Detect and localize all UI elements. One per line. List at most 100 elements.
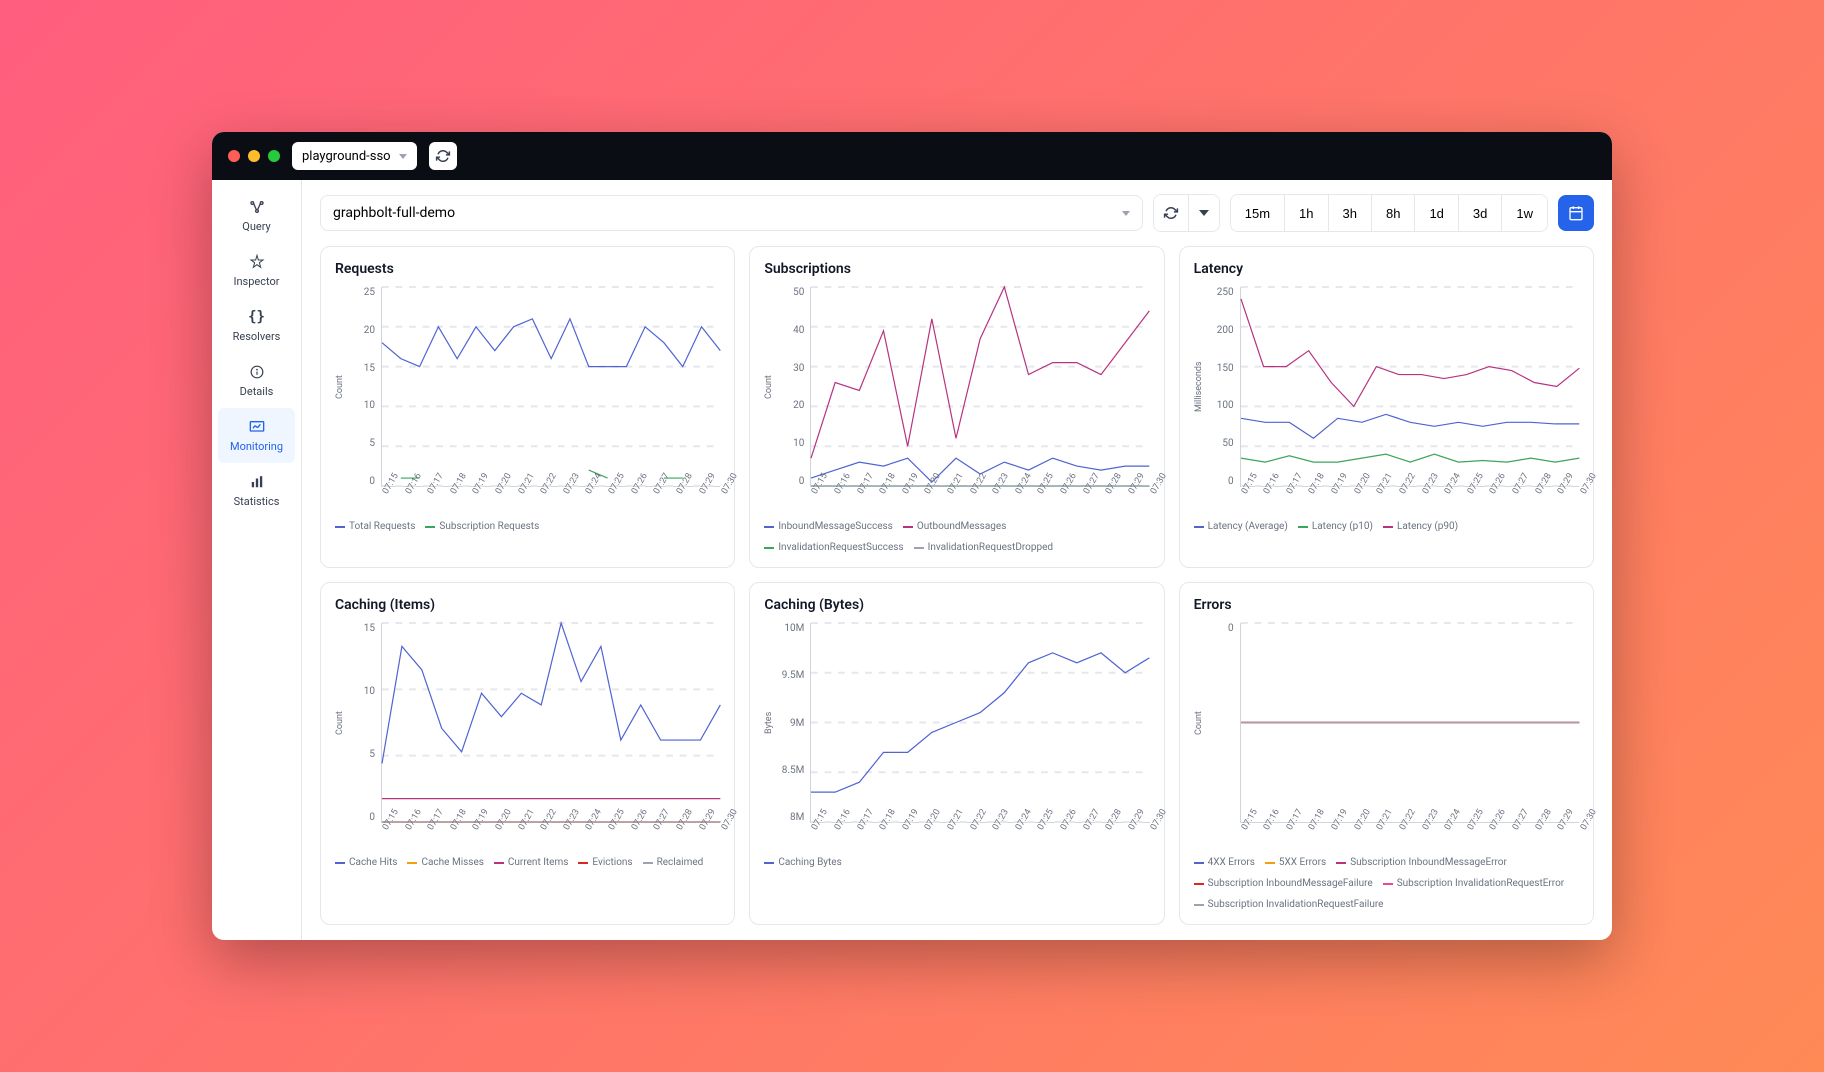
minimize-icon[interactable] (248, 150, 260, 162)
legend-item[interactable]: Reclaimed (643, 857, 704, 868)
x-axis: 07:1507:1607:1707:1807:1907:2007:2107:22… (381, 827, 720, 837)
legend-swatch (1383, 526, 1393, 528)
sidebar-item-details[interactable]: Details (212, 353, 301, 408)
chart-title: Subscriptions (764, 261, 1149, 277)
legend-item[interactable]: OutboundMessages (903, 521, 1007, 532)
chart-plot[interactable] (810, 623, 1149, 823)
refresh-icon (436, 149, 450, 163)
legend-swatch (494, 862, 504, 864)
chevron-down-icon (399, 154, 407, 159)
legend-item[interactable]: InboundMessageSuccess (764, 521, 893, 532)
sidebar-item-label: Details (240, 385, 274, 398)
legend-item[interactable]: Subscription InvalidationRequestFailure (1194, 899, 1384, 910)
chart-errors: ErrorsCount007:1507:1607:1707:1807:1907:… (1179, 582, 1594, 925)
refresh-env-button[interactable] (429, 142, 457, 170)
chart-area: Count50403020100 (764, 287, 1149, 487)
legend-item[interactable]: Subscription InvalidationRequestError (1383, 878, 1564, 889)
refresh-dropdown-button[interactable] (1189, 195, 1219, 231)
legend-item[interactable]: Latency (Average) (1194, 521, 1288, 532)
sidebar: Query Inspector{}Resolvers Details Monitori… (212, 180, 302, 940)
chart-plot[interactable] (810, 287, 1149, 487)
legend-item[interactable]: Cache Misses (407, 857, 483, 868)
legend-swatch (1194, 526, 1204, 528)
y-axis: 151050 (347, 623, 381, 823)
refresh-icon (1164, 206, 1178, 220)
sidebar-item-inspector[interactable]: Inspector (212, 243, 301, 298)
chart-plot[interactable] (381, 287, 720, 487)
graph-selector[interactable]: graphbolt-full-demo (320, 195, 1143, 231)
legend-item[interactable]: Subscription Requests (425, 521, 539, 532)
sidebar-item-label: Query (242, 220, 271, 233)
details-icon (248, 363, 266, 381)
x-axis: 07:1507:1607:1707:1807:1907:2007:2107:22… (1240, 827, 1579, 837)
legend-item[interactable]: InvalidationRequestSuccess (764, 542, 903, 553)
env-selector[interactable]: playground-sso (292, 142, 417, 170)
chart-plot[interactable] (1240, 287, 1579, 487)
caret-down-icon (1199, 210, 1209, 216)
close-icon[interactable] (228, 150, 240, 162)
y-axis: 10M9.5M9M8.5M8M (776, 623, 810, 823)
time-range-3h[interactable]: 3h (1329, 195, 1372, 231)
sidebar-item-monitoring[interactable]: Monitoring (218, 408, 295, 463)
time-range-1h[interactable]: 1h (1285, 195, 1328, 231)
time-range-selector: 15m1h3h8h1d3d1w (1230, 194, 1548, 232)
y-axis-label: Count (764, 287, 776, 487)
legend-swatch (1194, 862, 1204, 864)
time-range-1w[interactable]: 1w (1502, 195, 1547, 231)
monitoring-icon (248, 418, 266, 436)
legend-item[interactable]: Evictions (578, 857, 632, 868)
chart-legend: Latency (Average) Latency (p10) Latency (p… (1194, 521, 1579, 532)
legend-item[interactable]: Total Requests (335, 521, 415, 532)
date-picker-button[interactable] (1558, 195, 1594, 231)
maximize-icon[interactable] (268, 150, 280, 162)
legend-swatch (1298, 526, 1308, 528)
sidebar-item-statistics[interactable]: Statistics (212, 463, 301, 518)
legend-label: Subscription InboundMessageError (1350, 857, 1507, 868)
chart-plot[interactable] (381, 623, 720, 823)
statistics-icon (248, 473, 266, 491)
legend-item[interactable]: 4XX Errors (1194, 857, 1255, 868)
chart-title: Latency (1194, 261, 1579, 277)
legend-label: InvalidationRequestSuccess (778, 542, 903, 553)
main-content: graphbolt-full-demo 15m1h3h8h1d3d1w Requ… (302, 180, 1612, 940)
refresh-button[interactable] (1154, 195, 1189, 231)
refresh-group (1153, 194, 1220, 232)
legend-label: Subscription InvalidationRequestFailure (1208, 899, 1384, 910)
legend-item[interactable]: Latency (p10) (1298, 521, 1373, 532)
time-range-15m[interactable]: 15m (1231, 195, 1285, 231)
time-range-3d[interactable]: 3d (1459, 195, 1502, 231)
time-range-8h[interactable]: 8h (1372, 195, 1415, 231)
chart-legend: Caching Bytes (764, 857, 1149, 868)
sidebar-item-query[interactable]: Query (212, 188, 301, 243)
app-window: playground-sso Query Inspector{}Resolvers… (212, 132, 1612, 940)
y-axis-label: Count (335, 287, 347, 487)
legend-item[interactable]: Subscription InboundMessageFailure (1194, 878, 1373, 889)
legend-item[interactable]: InvalidationRequestDropped (914, 542, 1053, 553)
time-range-1d[interactable]: 1d (1415, 195, 1458, 231)
legend-label: Latency (Average) (1208, 521, 1288, 532)
chart-title: Caching (Items) (335, 597, 720, 613)
legend-item[interactable]: Latency (p90) (1383, 521, 1458, 532)
legend-item[interactable]: 5XX Errors (1265, 857, 1326, 868)
legend-swatch (1194, 883, 1204, 885)
legend-item[interactable]: Subscription InboundMessageError (1336, 857, 1507, 868)
legend-item[interactable]: Current Items (494, 857, 569, 868)
chart-legend: Cache Hits Cache Misses Current Items Evict… (335, 857, 720, 868)
legend-swatch (914, 547, 924, 549)
legend-label: Latency (p90) (1397, 521, 1458, 532)
legend-label: 4XX Errors (1208, 857, 1255, 868)
legend-label: OutboundMessages (917, 521, 1007, 532)
x-axis: 07:1507:1607:1707:1807:1907:2007:2107:22… (381, 491, 720, 501)
sidebar-item-resolvers[interactable]: {}Resolvers (212, 298, 301, 353)
chart-plot[interactable] (1240, 623, 1579, 823)
env-selector-label: playground-sso (302, 149, 391, 164)
sidebar-item-label: Monitoring (230, 440, 283, 453)
legend-label: Subscription InboundMessageFailure (1208, 878, 1373, 889)
legend-label: Latency (p10) (1312, 521, 1373, 532)
legend-item[interactable]: Caching Bytes (764, 857, 841, 868)
toolbar: graphbolt-full-demo 15m1h3h8h1d3d1w (320, 194, 1594, 232)
chart-area: Count151050 (335, 623, 720, 823)
sidebar-item-label: Statistics (234, 495, 280, 508)
legend-item[interactable]: Cache Hits (335, 857, 397, 868)
legend-swatch (578, 862, 588, 864)
